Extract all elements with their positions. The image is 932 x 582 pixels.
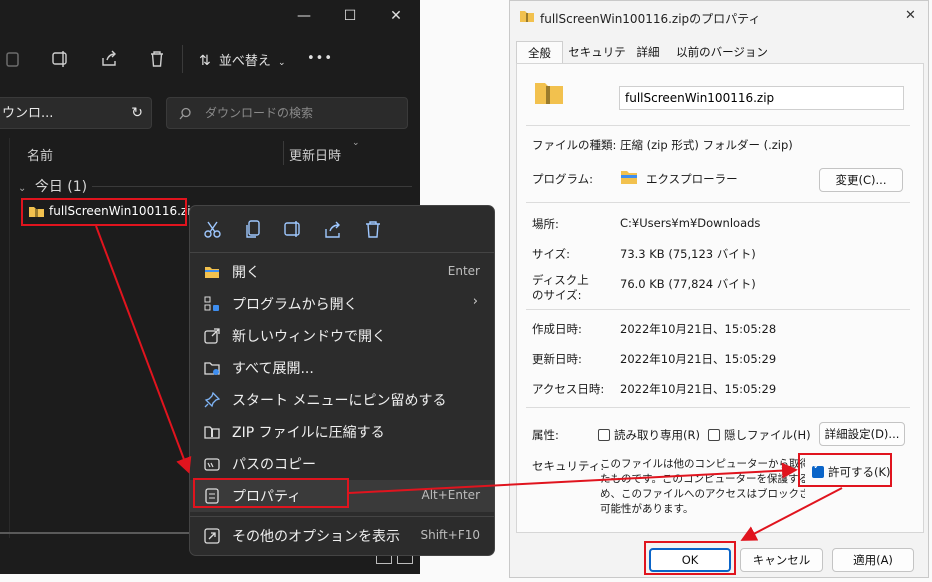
annotation-arrows — [95, 225, 843, 541]
arrow-properties-to-unblock — [348, 462, 798, 494]
arrow-unblock-to-ok — [740, 487, 843, 541]
arrow-file-to-properties — [95, 225, 192, 474]
